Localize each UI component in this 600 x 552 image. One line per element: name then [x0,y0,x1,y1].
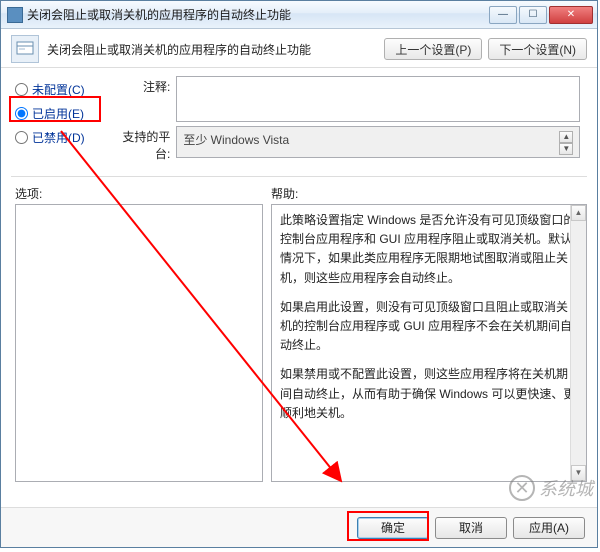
app-icon [7,7,23,23]
close-button[interactable]: ✕ [549,6,593,24]
cancel-button[interactable]: 取消 [435,517,507,539]
radio-disabled[interactable]: 已禁用(D) [15,126,107,148]
ok-button[interactable]: 确定 [357,517,429,539]
radio-disabled-input[interactable] [15,131,28,144]
help-section-label: 帮助: [271,185,298,202]
comment-label: 注释: [110,76,176,122]
radio-not-configured[interactable]: 未配置(C) [15,78,107,100]
help-paragraph: 如果启用此设置，则没有可见顶级窗口且阻止或取消关机的控制台应用程序或 GUI 应… [280,298,578,356]
radio-enabled-input[interactable] [15,107,28,120]
minimize-button[interactable]: — [489,6,517,24]
options-pane [15,204,263,482]
window-title: 关闭会阻止或取消关机的应用程序的自动终止功能 [27,6,487,23]
scroll-track[interactable] [571,221,586,465]
dialog-footer: 确定 取消 应用(A) [1,507,597,547]
platform-value: 至少 Windows Vista [183,131,289,148]
radio-enabled[interactable]: 已启用(E) [15,102,107,124]
watermark-icon: ✕ [509,475,535,501]
help-paragraph: 此策略设置指定 Windows 是否允许没有可见顶级窗口的控制台应用程序和 GU… [280,211,578,288]
radio-enabled-label[interactable]: 已启用(E) [32,105,84,122]
header-row: 关闭会阻止或取消关机的应用程序的自动终止功能 上一个设置(P) 下一个设置(N) [1,29,597,68]
platform-box: 至少 Windows Vista ▲ ▼ [176,126,580,158]
options-section-label: 选项: [15,185,271,202]
radio-not-configured-label[interactable]: 未配置(C) [32,81,85,98]
policy-title: 关闭会阻止或取消关机的应用程序的自动终止功能 [47,41,384,58]
radio-disabled-label[interactable]: 已禁用(D) [32,129,85,146]
divider [11,176,587,177]
platform-label: 支持的平台: [110,126,176,162]
watermark: ✕ 系统城 [509,475,593,501]
help-pane: 此策略设置指定 Windows 是否允许没有可见顶级窗口的控制台应用程序和 GU… [271,204,587,482]
next-setting-button[interactable]: 下一个设置(N) [488,38,587,60]
radio-not-configured-input[interactable] [15,83,28,96]
prev-setting-button[interactable]: 上一个设置(P) [384,38,482,60]
platform-scroll-up[interactable]: ▲ [559,131,573,143]
apply-button[interactable]: 应用(A) [513,517,585,539]
comment-input[interactable] [176,76,580,122]
maximize-button[interactable]: ☐ [519,6,547,24]
platform-scroll-down[interactable]: ▼ [559,143,573,155]
titlebar: 关闭会阻止或取消关机的应用程序的自动终止功能 — ☐ ✕ [1,1,597,29]
watermark-text: 系统城 [539,475,593,501]
help-paragraph: 如果禁用或不配置此设置，则这些应用程序将在关机期间自动终止，从而有助于确保 Wi… [280,365,578,423]
help-scrollbar[interactable]: ▲ ▼ [570,205,586,481]
help-content: 此策略设置指定 Windows 是否允许没有可见顶级窗口的控制台应用程序和 GU… [272,205,586,481]
config-area: 未配置(C) 已启用(E) 已禁用(D) 注释: 支持的平台: 至少 Windo… [1,68,597,172]
scroll-up-button[interactable]: ▲ [571,205,586,221]
policy-icon [11,35,39,63]
